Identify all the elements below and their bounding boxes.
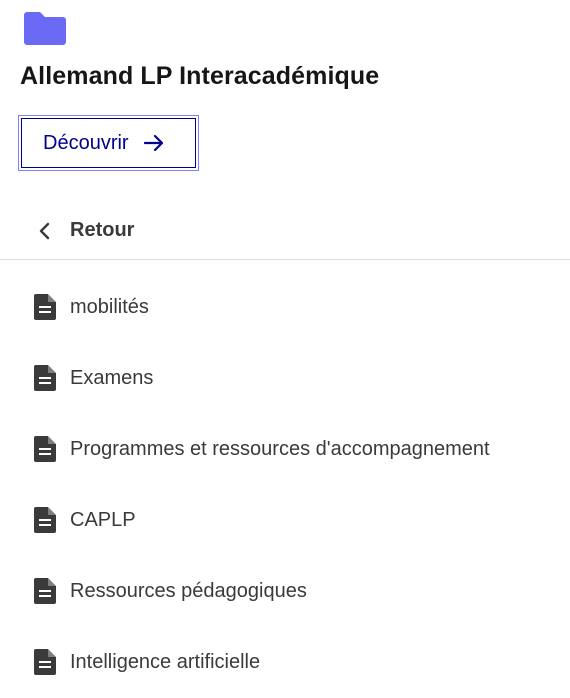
file-icon [34, 649, 56, 675]
menu-item-mobilites[interactable]: mobilités [0, 272, 570, 343]
folder-icon [24, 12, 66, 45]
discover-button-body[interactable]: Découvrir [21, 118, 196, 168]
arrow-right-icon [143, 134, 163, 152]
file-icon [34, 578, 56, 604]
back-link[interactable]: Retour [0, 205, 570, 260]
menu-item-examens[interactable]: Examens [0, 343, 570, 414]
menu-item-label: CAPLP [70, 509, 136, 531]
file-icon [34, 294, 56, 320]
menu-item-label: Examens [70, 367, 154, 389]
menu-item-label: Ressources pédagogiques [70, 580, 307, 602]
menu-item-caplp[interactable]: CAPLP [0, 485, 570, 556]
back-label: Retour [70, 219, 135, 241]
menu-item-ressources-pedagogiques[interactable]: Ressources pédagogiques [0, 556, 570, 627]
menu-item-intelligence-artificielle[interactable]: Intelligence artificielle [0, 627, 570, 698]
menu-list: mobilités Examens Programmes et ressourc… [0, 272, 570, 698]
menu-item-label: Intelligence artificielle [70, 651, 261, 673]
file-icon [34, 436, 56, 462]
file-icon [34, 507, 56, 533]
menu-item-label: Programmes et ressources d'accompagnemen… [70, 438, 490, 460]
menu-item-label: mobilités [70, 296, 149, 318]
menu-item-programmes[interactable]: Programmes et ressources d'accompagnemen… [0, 414, 570, 485]
file-icon [34, 365, 56, 391]
chevron-left-icon [39, 222, 50, 240]
page-title: Allemand LP Interacadémique [20, 62, 380, 90]
discover-button-label: Découvrir [43, 131, 129, 154]
discover-button[interactable]: Découvrir [18, 115, 199, 171]
